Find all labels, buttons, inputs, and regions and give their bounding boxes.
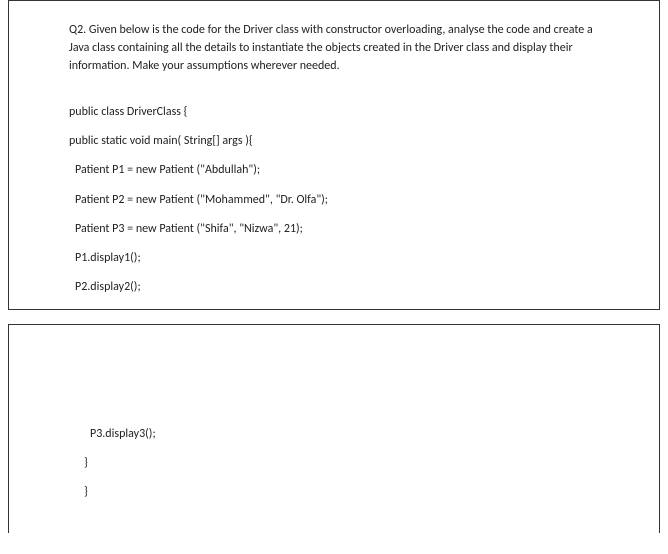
- code-line: public class DriverClass {: [69, 103, 599, 122]
- code-line: public static void main( String[] args )…: [69, 132, 599, 151]
- code-line: }: [84, 483, 599, 502]
- question-text: Q2. Given below is the code for the Driv…: [69, 21, 599, 75]
- code-line: P3.display3();: [84, 425, 599, 444]
- code-line: P1.display1();: [69, 249, 599, 268]
- code-line: Patient P2 = new Patient ("Mohammed", "D…: [69, 191, 599, 210]
- document-page-bottom: P3.display3(); } }: [8, 324, 660, 533]
- document-page-top: Q2. Given below is the code for the Driv…: [8, 0, 660, 310]
- code-line: }: [84, 454, 599, 473]
- code-line: Patient P1 = new Patient ("Abdullah");: [69, 161, 599, 180]
- code-line: P2.display2();: [69, 278, 599, 297]
- code-line: Patient P3 = new Patient ("Shifa", "Nizw…: [69, 220, 599, 239]
